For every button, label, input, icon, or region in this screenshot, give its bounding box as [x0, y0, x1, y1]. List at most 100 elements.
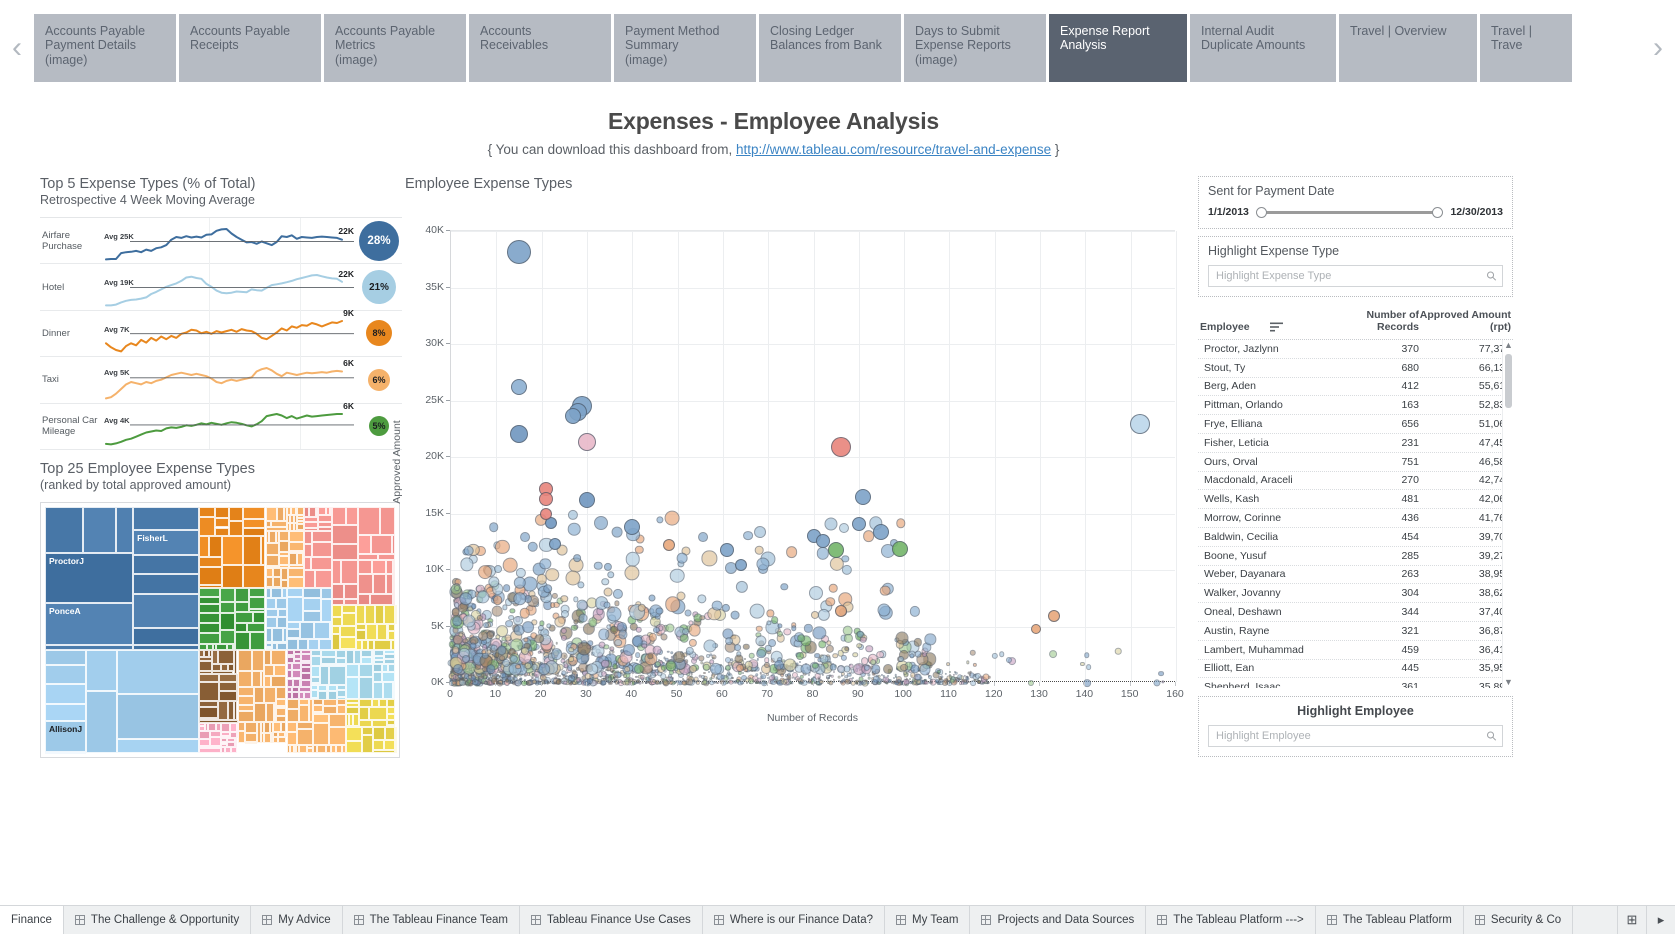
treemap-cell[interactable]	[244, 732, 257, 743]
treemap-cell[interactable]	[372, 739, 385, 750]
scatter-point[interactable]	[800, 663, 812, 675]
scatter-point[interactable]	[462, 654, 471, 663]
sparkline-row-3[interactable]: Taxi Avg 5K 6K 6%	[40, 356, 402, 404]
scatter-point[interactable]	[566, 665, 573, 671]
treemap-cell[interactable]	[45, 684, 87, 704]
scatter-point[interactable]	[797, 634, 805, 642]
treemap-cell[interactable]	[249, 596, 266, 609]
treemap-cell[interactable]	[312, 722, 330, 746]
scatter-point[interactable]	[568, 646, 575, 653]
scatter-point[interactable]	[703, 671, 706, 674]
treemap-cell[interactable]	[286, 708, 300, 722]
column-header-approved-amount[interactable]: Approved Amount (rpt)	[1419, 309, 1511, 333]
scatter-point[interactable]	[606, 606, 622, 622]
treemap-cell[interactable]	[375, 605, 385, 625]
scatter-point[interactable]	[676, 591, 686, 601]
table-row[interactable]: Lambert, Muhammad 459 36,419	[1198, 641, 1513, 660]
scatter-point[interactable]	[538, 663, 551, 676]
treemap-cell[interactable]	[346, 726, 362, 741]
scatter-point[interactable]	[562, 680, 568, 685]
treemap-cell[interactable]	[394, 605, 397, 625]
scatter-point[interactable]	[570, 624, 578, 632]
treemap-cell[interactable]	[264, 665, 274, 676]
scatter-point[interactable]	[699, 614, 705, 621]
scatter-point[interactable]	[615, 675, 619, 679]
table-row[interactable]: Boone, Yusuf 285 39,271	[1198, 547, 1513, 566]
dashboard-tab-0[interactable]: Accounts Payable Payment Details (image)	[34, 14, 176, 82]
scatter-point[interactable]	[539, 491, 554, 506]
treemap-cell[interactable]	[228, 507, 243, 521]
scatter-point[interactable]	[662, 539, 675, 552]
treemap-cell[interactable]	[312, 704, 323, 713]
scatter-point[interactable]	[824, 517, 838, 531]
treemap-cell[interactable]	[286, 721, 297, 732]
treemap-cell[interactable]	[265, 597, 276, 610]
treemap-cell[interactable]	[336, 689, 346, 698]
sparkline-row-1[interactable]: Hotel Avg 19K 22K 21%	[40, 263, 402, 311]
treemap-cell[interactable]	[381, 672, 395, 682]
treemap-cell[interactable]	[346, 663, 360, 677]
scatter-point[interactable]	[645, 681, 648, 684]
sparkline-row-4[interactable]: Personal Car Mileage Avg 4K 6K 5%	[40, 401, 402, 450]
treemap-cell[interactable]	[372, 672, 382, 682]
scatter-point[interactable]	[494, 564, 503, 573]
treemap-cell[interactable]	[219, 681, 238, 692]
treemap-cell[interactable]	[292, 692, 300, 699]
scatter-point[interactable]	[495, 539, 510, 554]
treemap-cell[interactable]	[199, 516, 216, 536]
treemap-cell[interactable]	[271, 588, 283, 598]
treemap-cell[interactable]	[215, 507, 229, 519]
scatter-point[interactable]	[611, 650, 615, 654]
scatter-point[interactable]	[459, 557, 474, 571]
treemap-cell[interactable]	[302, 588, 322, 599]
scatter-point[interactable]	[740, 680, 744, 685]
treemap-cell[interactable]	[332, 524, 358, 545]
treemap-cell[interactable]	[199, 556, 223, 568]
treemap-cell[interactable]	[133, 574, 199, 594]
treemap-cell[interactable]	[253, 687, 264, 704]
treemap-cell[interactable]	[387, 630, 395, 640]
treemap-cell[interactable]	[278, 556, 289, 565]
treemap-cell[interactable]	[45, 507, 84, 554]
scatter-point[interactable]	[879, 585, 891, 597]
scatter-point[interactable]	[721, 603, 730, 612]
treemap-cell[interactable]	[273, 576, 281, 588]
scatter-point[interactable]	[471, 603, 477, 609]
treemap-cell[interactable]	[270, 649, 287, 666]
treemap-cell[interactable]	[287, 597, 303, 623]
scatter-point[interactable]	[708, 659, 715, 665]
treemap-cell[interactable]	[83, 507, 116, 554]
scatter-point[interactable]	[895, 631, 909, 645]
treemap-cell[interactable]	[332, 507, 347, 525]
scatter-point[interactable]	[832, 681, 835, 684]
scatter-point[interactable]	[969, 649, 976, 657]
scatter-point[interactable]	[828, 583, 838, 593]
treemap-cell[interactable]	[320, 665, 329, 686]
treemap-cell[interactable]	[372, 559, 386, 575]
scatter-point[interactable]	[838, 675, 841, 679]
scatter-point[interactable]	[560, 595, 568, 603]
treemap-cell[interactable]	[358, 574, 374, 595]
treemap-cell[interactable]	[372, 663, 382, 673]
scatter-point[interactable]	[545, 568, 559, 582]
scatter-point[interactable]	[495, 674, 498, 677]
sheet-tab-2[interactable]: My Advice	[251, 906, 343, 934]
treemap-cell[interactable]	[313, 622, 330, 639]
treemap-cell[interactable]	[361, 649, 372, 657]
scatter-point[interactable]	[502, 558, 518, 573]
treemap-cell[interactable]	[332, 605, 342, 617]
scatter-point[interactable]	[850, 680, 856, 686]
treemap-cell[interactable]	[372, 749, 395, 753]
treemap-cell[interactable]	[235, 588, 250, 602]
table-row[interactable]: Ours, Orval 751 46,589	[1198, 453, 1513, 472]
scatter-point[interactable]	[955, 671, 958, 675]
treemap-cell[interactable]	[235, 632, 251, 650]
treemap-cell[interactable]	[343, 584, 359, 599]
treemap-cell[interactable]	[304, 691, 311, 699]
scatter-point[interactable]	[744, 657, 747, 660]
scatter-point[interactable]	[648, 633, 657, 642]
scatter-point[interactable]	[488, 522, 499, 532]
scatter-point[interactable]	[564, 570, 581, 586]
scatter-point[interactable]	[681, 627, 690, 636]
treemap-cell[interactable]	[359, 719, 372, 727]
